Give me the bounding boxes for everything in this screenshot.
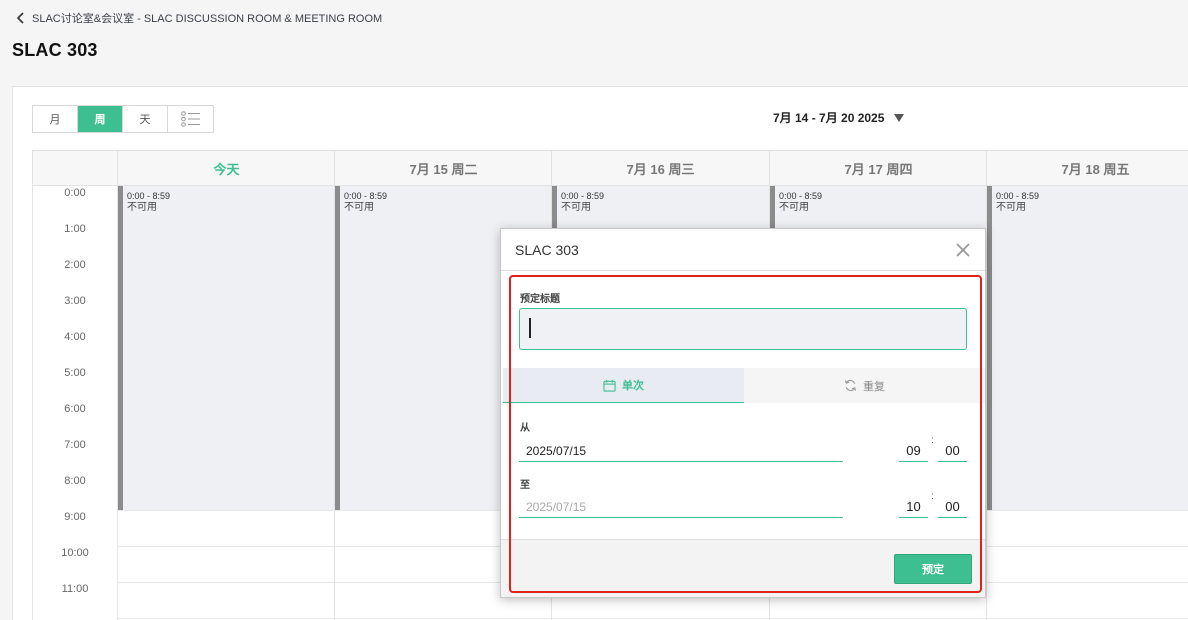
time-label: 4:00 bbox=[64, 331, 86, 343]
unavailable-time: 0:00 - 8:59 bbox=[344, 191, 388, 201]
unavailable-label: 不可用 bbox=[344, 202, 374, 213]
unavailable-block[interactable]: 0:00 - 8:59 不可用 bbox=[118, 186, 334, 510]
booking-title-input[interactable] bbox=[519, 308, 967, 350]
to-date-input[interactable]: 2025/07/15 bbox=[519, 496, 843, 518]
book-button[interactable]: 预定 bbox=[894, 554, 972, 584]
hour-line bbox=[117, 618, 1188, 619]
time-label: 8:00 bbox=[64, 475, 86, 487]
unavailable-label: 不可用 bbox=[996, 202, 1026, 213]
unavailable-label: 不可用 bbox=[779, 202, 809, 213]
chevron-left-icon bbox=[16, 12, 24, 24]
time-label: 11:00 bbox=[61, 583, 89, 595]
tab-single[interactable]: 单次 bbox=[503, 368, 744, 403]
repeat-icon bbox=[844, 379, 857, 392]
booking-title-label: 预定标题 bbox=[520, 294, 560, 305]
day-header: 今天 bbox=[117, 151, 335, 186]
tab-repeat[interactable]: 重复 bbox=[744, 368, 985, 403]
day-header: 7月 18 周五 bbox=[986, 151, 1188, 186]
calendar-icon bbox=[603, 379, 616, 392]
back-link-label: SLAC讨论室&会议室 - SLAC DISCUSSION ROOM & MEE… bbox=[32, 13, 383, 25]
close-icon[interactable] bbox=[955, 242, 971, 258]
day-header: 7月 17 周四 bbox=[769, 151, 987, 186]
day-header: 7月 16 周三 bbox=[551, 151, 769, 186]
modal-footer: 预定 bbox=[501, 539, 985, 597]
from-hour-input[interactable]: 09 bbox=[899, 440, 928, 462]
time-label: 7:00 bbox=[64, 439, 86, 451]
time-label: 9:00 bbox=[64, 511, 86, 523]
time-label: 2:00 bbox=[64, 259, 86, 271]
caret-down-icon bbox=[894, 113, 905, 122]
time-label: 0:00 bbox=[64, 187, 86, 199]
date-range-picker[interactable]: 7月 14 - 7月 20 2025 bbox=[773, 109, 905, 126]
from-minute-input[interactable]: 00 bbox=[938, 440, 967, 462]
view-month-button[interactable]: 月 bbox=[33, 106, 78, 132]
time-label: 10:00 bbox=[61, 547, 89, 559]
modal-header: SLAC 303 bbox=[501, 229, 985, 271]
date-range-label: 7月 14 - 7月 20 2025 bbox=[773, 111, 885, 125]
time-label: 1:00 bbox=[64, 223, 86, 235]
view-week-button[interactable]: 周 bbox=[78, 106, 123, 132]
time-label: 3:00 bbox=[64, 295, 86, 307]
recurrence-tabs: 单次 重复 bbox=[503, 368, 985, 403]
to-hour-input[interactable]: 10 bbox=[899, 496, 928, 518]
time-colon: : bbox=[931, 435, 934, 446]
unavailable-label: 不可用 bbox=[561, 202, 591, 213]
to-label: 至 bbox=[520, 480, 530, 491]
to-minute-input[interactable]: 00 bbox=[938, 496, 967, 518]
time-label: 6:00 bbox=[64, 403, 86, 415]
tab-single-label: 单次 bbox=[622, 380, 644, 392]
time-column-header bbox=[33, 151, 118, 186]
time-label: 5:00 bbox=[64, 367, 86, 379]
from-label: 从 bbox=[520, 423, 530, 434]
list-icon bbox=[180, 111, 200, 127]
page-title: SLAC 303 bbox=[12, 40, 98, 60]
booking-modal: SLAC 303 预定标题 单次 重复 从 2025/07/15 09 : 00… bbox=[500, 228, 986, 598]
view-day-button[interactable]: 天 bbox=[123, 106, 168, 132]
unavailable-time: 0:00 - 8:59 bbox=[127, 191, 171, 201]
time-colon: : bbox=[931, 491, 934, 502]
tab-repeat-label: 重复 bbox=[863, 380, 885, 393]
view-switch: 月 周 天 bbox=[32, 105, 214, 133]
unavailable-time: 0:00 - 8:59 bbox=[779, 191, 823, 201]
back-link[interactable]: SLAC讨论室&会议室 - SLAC DISCUSSION ROOM & MEE… bbox=[16, 10, 382, 26]
unavailable-block[interactable]: 0:00 - 8:59 不可用 bbox=[987, 186, 1188, 510]
modal-title: SLAC 303 bbox=[515, 241, 579, 258]
unavailable-time: 0:00 - 8:59 bbox=[561, 191, 605, 201]
unavailable-label: 不可用 bbox=[127, 202, 157, 213]
unavailable-time: 0:00 - 8:59 bbox=[996, 191, 1040, 201]
text-cursor bbox=[529, 318, 531, 338]
day-header: 7月 15 周二 bbox=[334, 151, 552, 186]
from-date-input[interactable]: 2025/07/15 bbox=[519, 440, 843, 462]
view-list-button[interactable] bbox=[168, 106, 213, 132]
